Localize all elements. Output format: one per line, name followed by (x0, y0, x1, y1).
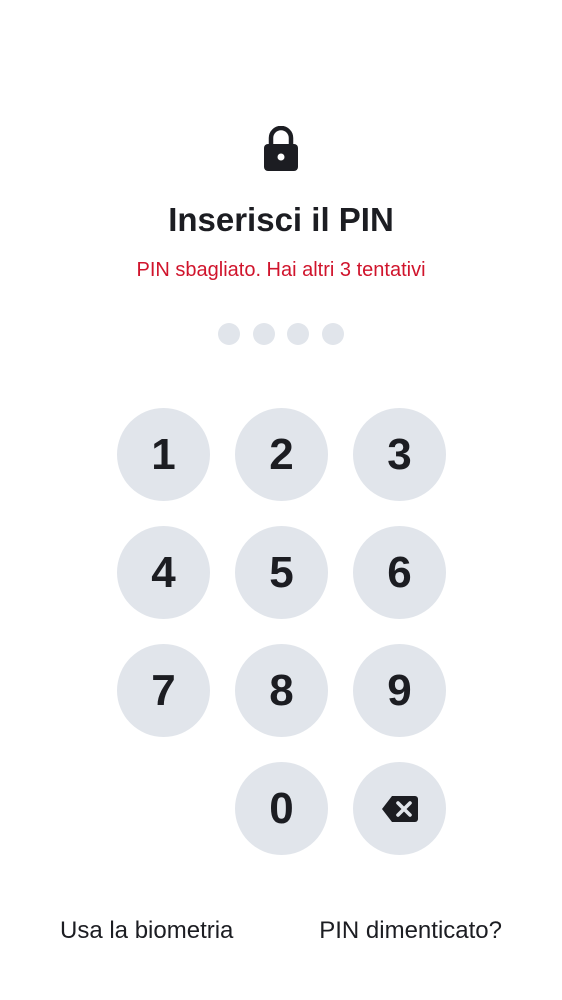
key-0[interactable]: 0 (235, 762, 328, 855)
key-7[interactable]: 7 (117, 644, 210, 737)
key-4[interactable]: 4 (117, 526, 210, 619)
key-9[interactable]: 9 (353, 644, 446, 737)
pin-dot (252, 323, 275, 345)
use-biometrics-button[interactable]: Usa la biometria (60, 912, 233, 950)
key-8[interactable]: 8 (235, 644, 328, 737)
lock-icon (264, 126, 298, 171)
error-message: PIN sbagliato. Hai altri 3 tentativi (136, 259, 426, 281)
key-1[interactable]: 1 (117, 408, 210, 501)
key-3[interactable]: 3 (353, 408, 446, 501)
pin-dot (287, 323, 310, 345)
backspace-button[interactable] (353, 762, 446, 855)
backspace-icon (381, 795, 418, 822)
key-5[interactable]: 5 (235, 526, 328, 619)
key-2[interactable]: 2 (235, 408, 328, 501)
key-6[interactable]: 6 (353, 526, 446, 619)
pin-indicator (218, 323, 344, 345)
pin-dot (321, 323, 344, 345)
pin-dot (218, 323, 240, 345)
page-title: Inserisci il PIN (168, 201, 394, 238)
forgot-pin-button[interactable]: PIN dimenticato? (319, 912, 502, 950)
